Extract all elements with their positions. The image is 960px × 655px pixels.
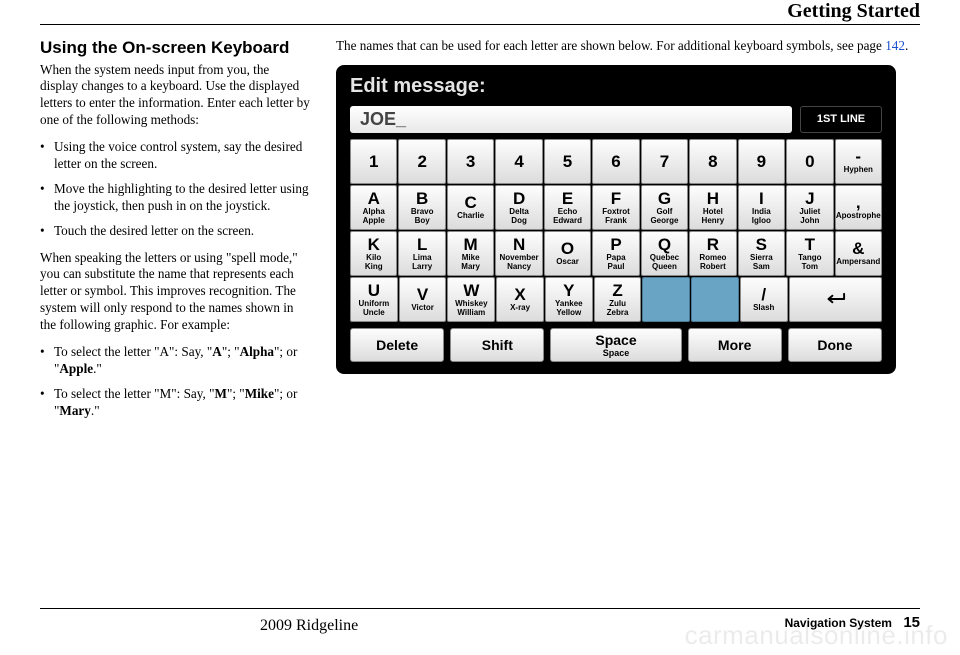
key-blank <box>691 277 739 322</box>
delete-button[interactable]: Delete <box>350 328 444 362</box>
key-v[interactable]: VVictor <box>399 277 447 322</box>
page-link[interactable]: 142 <box>885 38 905 53</box>
key-e[interactable]: EEchoEdward <box>544 185 591 230</box>
key-/[interactable]: /Slash <box>740 277 788 322</box>
key-1[interactable]: 1 <box>350 139 397 184</box>
intro-text: The names that can be used for each lett… <box>336 38 885 53</box>
key-7[interactable]: 7 <box>641 139 688 184</box>
key-b[interactable]: BBravoBoy <box>398 185 445 230</box>
more-button[interactable]: More <box>688 328 782 362</box>
method-item: Touch the desired letter on the screen. <box>40 223 310 240</box>
key-d[interactable]: DDeltaDog <box>495 185 542 230</box>
key-p[interactable]: PPapaPaul <box>592 231 639 276</box>
right-intro: The names that can be used for each lett… <box>336 38 920 55</box>
key-r[interactable]: RRomeoRobert <box>689 231 736 276</box>
keyboard-grid: 1234567890-Hyphen AAlphaAppleBBravoBoyCC… <box>344 139 888 322</box>
key-3[interactable]: 3 <box>447 139 494 184</box>
key-&[interactable]: &Ampersand <box>835 231 882 276</box>
keyboard-screenshot: Edit message: JOE_ 1ST LINE 1234567890-H… <box>336 65 896 374</box>
key-x[interactable]: XX-ray <box>496 277 544 322</box>
done-button[interactable]: Done <box>788 328 882 362</box>
key-,[interactable]: ,Apostrophe <box>835 185 882 230</box>
key-s[interactable]: SSierraSam <box>738 231 785 276</box>
key-m[interactable]: MMikeMary <box>447 231 494 276</box>
section-heading: Using the On-screen Keyboard <box>40 38 310 58</box>
key-f[interactable]: FFoxtrotFrank <box>592 185 639 230</box>
method-item: Using the voice control system, say the … <box>40 139 310 173</box>
key-g[interactable]: GGolfGeorge <box>641 185 688 230</box>
method-item: Move the highlighting to the desired let… <box>40 181 310 215</box>
intro-paragraph: When the system needs input from you, th… <box>40 62 310 130</box>
key-blank <box>642 277 690 322</box>
key-o[interactable]: OOscar <box>544 231 591 276</box>
key-5[interactable]: 5 <box>544 139 591 184</box>
key-0[interactable]: 0 <box>786 139 833 184</box>
key-4[interactable]: 4 <box>495 139 542 184</box>
spell-mode-paragraph: When speaking the letters or using "spel… <box>40 250 310 334</box>
key-l[interactable]: LLimaLarry <box>398 231 445 276</box>
watermark: carmanualsonline.info <box>685 620 948 651</box>
shift-button[interactable]: Shift <box>450 328 544 362</box>
key-q[interactable]: QQuebecQueen <box>641 231 688 276</box>
footer-vehicle: 2009 Ridgeline <box>260 617 358 635</box>
space-button[interactable]: SpaceSpace <box>550 328 681 362</box>
key-n[interactable]: NNovemberNancy <box>495 231 542 276</box>
keyboard-title: Edit message: <box>344 73 888 106</box>
key-y[interactable]: YYankeeYellow <box>545 277 593 322</box>
key-i[interactable]: IIndiaIgloo <box>738 185 785 230</box>
first-line-button[interactable]: 1ST LINE <box>800 106 882 133</box>
example-list: To select the letter "A": Say, "A"; "Alp… <box>40 344 310 420</box>
text-display: JOE_ <box>350 106 792 133</box>
key-h[interactable]: HHotelHenry <box>689 185 736 230</box>
right-column: The names that can be used for each lett… <box>336 38 920 597</box>
key-c[interactable]: CCharlie <box>447 185 494 230</box>
enter-key[interactable] <box>789 277 882 322</box>
left-column: Using the On-screen Keyboard When the sy… <box>40 38 310 597</box>
example-item: To select the letter "A": Say, "A"; "Alp… <box>40 344 310 378</box>
key-hyphen[interactable]: -Hyphen <box>835 139 882 184</box>
key-a[interactable]: AAlphaApple <box>350 185 397 230</box>
key-k[interactable]: KKiloKing <box>350 231 397 276</box>
chapter-title: Getting Started <box>787 0 920 23</box>
method-list: Using the voice control system, say the … <box>40 139 310 239</box>
key-9[interactable]: 9 <box>738 139 785 184</box>
key-8[interactable]: 8 <box>689 139 736 184</box>
key-j[interactable]: JJulietJohn <box>786 185 833 230</box>
key-u[interactable]: UUniformUncle <box>350 277 398 322</box>
key-6[interactable]: 6 <box>592 139 639 184</box>
key-t[interactable]: TTangoTom <box>786 231 833 276</box>
key-z[interactable]: ZZuluZebra <box>594 277 642 322</box>
example-item: To select the letter "M": Say, "M"; "Mik… <box>40 386 310 420</box>
intro-text-end: . <box>905 38 908 53</box>
key-2[interactable]: 2 <box>398 139 445 184</box>
key-w[interactable]: WWhiskeyWilliam <box>447 277 495 322</box>
keyboard-bottom-row: DeleteShiftSpaceSpaceMoreDone <box>344 328 888 366</box>
